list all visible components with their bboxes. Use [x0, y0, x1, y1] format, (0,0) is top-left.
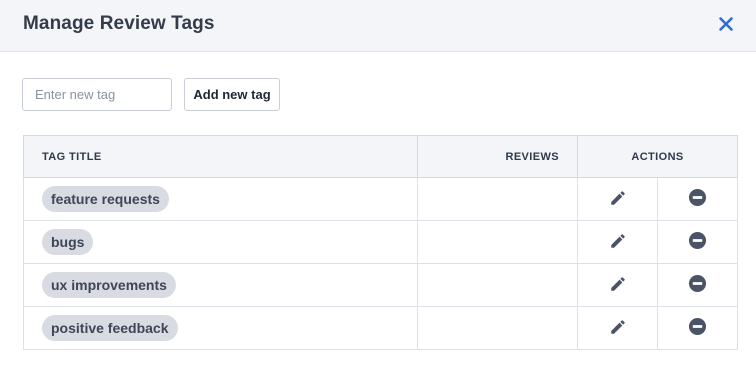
delete-tag-button[interactable]: [686, 315, 710, 339]
edit-tag-button[interactable]: [606, 272, 630, 296]
close-icon: [719, 17, 733, 31]
tag-pill: feature requests: [42, 186, 169, 212]
tag-cell: positive feedback: [23, 306, 418, 350]
delete-cell: [657, 263, 738, 307]
delete-cell: [657, 306, 738, 350]
add-new-tag-button[interactable]: Add new tag: [184, 78, 280, 111]
reviews-cell: [417, 220, 578, 264]
pencil-icon: [610, 234, 625, 248]
tags-table: TAG TITLE REVIEWS ACTIONS feature reques…: [23, 135, 738, 350]
delete-tag-button[interactable]: [686, 229, 710, 253]
table-row: feature requests: [23, 177, 738, 221]
edit-cell: [577, 263, 658, 307]
delete-tag-button[interactable]: [686, 272, 710, 296]
delete-tag-button[interactable]: [686, 186, 710, 210]
tag-cell: ux improvements: [23, 263, 418, 307]
edit-cell: [577, 220, 658, 264]
edit-cell: [577, 177, 658, 221]
tag-pill: positive feedback: [42, 315, 178, 341]
tag-pill: ux improvements: [42, 272, 176, 298]
edit-tag-button[interactable]: [606, 186, 630, 210]
table-row: ux improvements: [23, 263, 738, 307]
column-header-tag-title: TAG TITLE: [23, 135, 418, 178]
pencil-icon: [610, 320, 625, 334]
edit-tag-button[interactable]: [606, 229, 630, 253]
column-header-actions: ACTIONS: [577, 135, 738, 178]
pencil-icon: [610, 191, 625, 205]
edit-tag-button[interactable]: [606, 315, 630, 339]
column-header-reviews: REVIEWS: [417, 135, 578, 178]
reviews-cell: [417, 177, 578, 221]
tag-cell: bugs: [23, 220, 418, 264]
reviews-cell: [417, 263, 578, 307]
reviews-cell: [417, 306, 578, 350]
close-button[interactable]: [714, 12, 738, 36]
delete-cell: [657, 177, 738, 221]
tag-cell: feature requests: [23, 177, 418, 221]
table-row: bugs: [23, 220, 738, 264]
tag-pill: bugs: [42, 229, 94, 255]
remove-circle-icon: [688, 275, 707, 293]
modal-title: Manage Review Tags: [23, 13, 215, 34]
table-row: positive feedback: [23, 306, 738, 350]
remove-circle-icon: [688, 318, 707, 336]
table-header-row: TAG TITLE REVIEWS ACTIONS: [23, 135, 738, 178]
modal-header: Manage Review Tags: [0, 0, 756, 52]
pencil-icon: [610, 277, 625, 291]
remove-circle-icon: [688, 189, 707, 207]
remove-circle-icon: [688, 232, 707, 250]
new-tag-input[interactable]: [22, 78, 172, 111]
edit-cell: [577, 306, 658, 350]
delete-cell: [657, 220, 738, 264]
